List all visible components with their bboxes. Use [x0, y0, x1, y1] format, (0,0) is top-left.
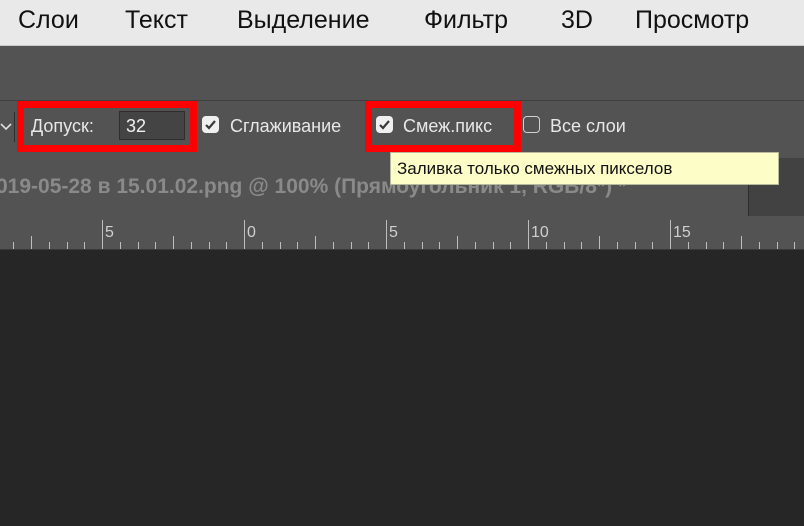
application-bar	[0, 46, 804, 100]
ruler-ticks: 5 0 5 10 15	[13, 220, 795, 249]
tooltip: Заливка только смежных пикселов	[390, 152, 779, 185]
ruler-label: 15	[673, 224, 691, 241]
ruler-label: 0	[247, 224, 256, 241]
chevron-down-icon	[0, 123, 12, 131]
menu-bar: Слои Текст Выделение Фильтр 3D Просмотр	[0, 0, 804, 46]
menu-text[interactable]: Текст	[125, 6, 188, 35]
tool-preset-dropdown[interactable]	[0, 112, 15, 142]
all-layers-checkbox[interactable]	[523, 116, 540, 133]
horizontal-ruler: 5 0 5 10 15	[0, 216, 804, 250]
menu-select[interactable]: Выделение	[237, 6, 369, 35]
contiguous-highlight-box	[365, 101, 521, 152]
tolerance-highlight-box	[17, 101, 197, 152]
ruler-label: 10	[531, 224, 549, 241]
ruler-label: 5	[389, 224, 398, 241]
menu-filter[interactable]: Фильтр	[424, 6, 508, 35]
ruler-label: 5	[105, 224, 114, 241]
menu-view[interactable]: Просмотр	[635, 6, 749, 35]
document-canvas[interactable]	[0, 250, 804, 526]
antialias-checkbox[interactable]	[202, 116, 219, 133]
menu-3d[interactable]: 3D	[561, 6, 593, 35]
all-layers-label[interactable]: Все слои	[550, 116, 626, 137]
antialias-label[interactable]: Сглаживание	[230, 116, 341, 137]
checkmark-icon	[205, 120, 216, 130]
menu-layers[interactable]: Слои	[18, 6, 79, 35]
